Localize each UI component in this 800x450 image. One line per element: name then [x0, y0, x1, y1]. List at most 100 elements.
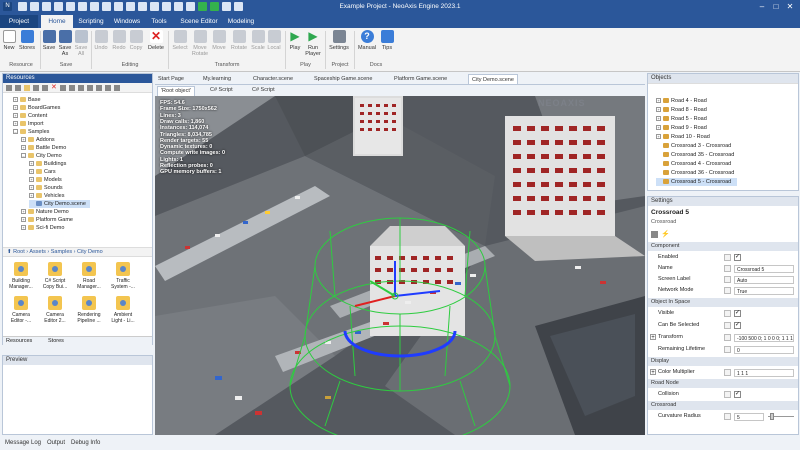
scale-button[interactable]: Scale	[250, 30, 266, 51]
can-be-selected-checkbox[interactable]: ✓	[734, 322, 741, 329]
crossroad-gizmo[interactable]	[155, 96, 645, 435]
tree-item[interactable]: + Addons	[21, 136, 55, 144]
object-item[interactable]: Crossroad 3 - Crossroad	[656, 142, 731, 150]
object-item-selected[interactable]: Crossroad 5 - Crossroad	[656, 178, 738, 186]
expand-icon[interactable]: +	[650, 369, 656, 376]
resource-tile[interactable]: Traffic System -...	[109, 262, 137, 290]
tool-icon[interactable]	[87, 85, 93, 91]
tool-icon[interactable]	[114, 85, 120, 91]
visible-checkbox[interactable]: ✓	[734, 310, 741, 317]
curvature-radius-field[interactable]: 5	[734, 412, 764, 421]
resource-tile[interactable]: Ambient Light - Li...	[109, 296, 137, 324]
remaining-lifetime-field[interactable]: 0	[734, 345, 794, 354]
delete-button[interactable]: ✕ Delete	[146, 30, 166, 52]
tab-character-scene[interactable]: Character.scene	[250, 74, 296, 84]
object-item[interactable]: + Road 8 - Road	[656, 106, 707, 114]
tab-cs-script-2[interactable]: C# Script	[249, 86, 278, 96]
tool-icon[interactable]	[60, 85, 66, 91]
resource-tile[interactable]: Rendering Pipeline ...	[75, 296, 103, 324]
network-mode-dropdown[interactable]: True	[734, 286, 794, 295]
tab-root-object[interactable]: 'Root object'	[157, 86, 195, 96]
run-player-button[interactable]: ▶ Run Player	[304, 30, 322, 58]
tree-item[interactable]: + Base	[13, 96, 41, 104]
undo-button[interactable]: Undo	[93, 30, 109, 51]
section-crossroad[interactable]: Crossroad	[648, 401, 798, 410]
tab-scripting[interactable]: Scripting	[75, 15, 107, 28]
events-icon[interactable]: ⚡	[661, 231, 670, 238]
local-button[interactable]: Local	[266, 30, 282, 51]
folder-icon[interactable]	[24, 85, 30, 91]
tree-item-selected[interactable]: City Demo.scene	[29, 200, 90, 208]
tab-start-page[interactable]: Start Page	[155, 74, 187, 84]
curvature-slider-thumb[interactable]	[770, 413, 774, 420]
object-item[interactable]: Crossroad 4 - Crossroad	[656, 160, 731, 168]
section-component[interactable]: Component	[648, 242, 798, 251]
tab-home[interactable]: Home	[41, 15, 73, 28]
screen-label-dropdown[interactable]: Auto	[734, 275, 794, 284]
tree-item[interactable]: + Import	[13, 120, 44, 128]
section-display[interactable]: Display	[648, 357, 798, 366]
tool-icon[interactable]	[69, 85, 75, 91]
section-road-node[interactable]: Road Node	[648, 379, 798, 388]
object-item[interactable]: + Road 9 - Road	[656, 124, 707, 132]
tab-resources[interactable]: Resources	[6, 338, 32, 344]
object-item[interactable]: Crossroad 35 - Crossroad	[656, 151, 734, 159]
enabled-checkbox[interactable]: ✓	[734, 254, 741, 261]
tree-item[interactable]: + Vehicles	[29, 192, 65, 200]
tree-item[interactable]: + Battle Demo	[21, 144, 66, 152]
tree-item[interactable]: – Samples	[13, 128, 49, 136]
redo-button[interactable]: Redo	[111, 30, 127, 51]
tab-windows[interactable]: Windows	[111, 15, 143, 28]
object-item[interactable]: Crossroad 36 - Crossroad	[656, 169, 734, 177]
new-button[interactable]: New	[2, 30, 16, 51]
section-object-in-space[interactable]: Object In Space	[648, 298, 798, 307]
resource-tile[interactable]: Road Manager...	[75, 262, 103, 290]
name-field[interactable]: Crossroad 5	[734, 264, 794, 273]
object-item[interactable]: + Road 5 - Road	[656, 115, 707, 123]
color-multiplier-field[interactable]: 1 1 1	[734, 368, 794, 377]
tree-item[interactable]: + Models	[29, 176, 62, 184]
tool-icon[interactable]	[33, 85, 39, 91]
tool-icon[interactable]	[105, 85, 111, 91]
expand-icon[interactable]: +	[650, 334, 656, 341]
object-item[interactable]: + Road 10 - Road	[656, 133, 710, 141]
tab-platform-scene[interactable]: Platform Game.scene	[391, 74, 450, 84]
save-button[interactable]: Save	[42, 30, 56, 51]
tree-item[interactable]: + Content	[13, 112, 47, 120]
minimize-button[interactable]: –	[756, 1, 768, 13]
tab-modeling[interactable]: Modeling	[224, 15, 258, 28]
tab-output[interactable]: Output	[47, 436, 65, 450]
tree-item[interactable]: + Sounds	[29, 184, 63, 192]
tab-debug-info[interactable]: Debug Info	[71, 436, 100, 450]
settings-button[interactable]: Settings	[327, 30, 351, 51]
tab-city-demo-scene[interactable]: City Demo.scene	[468, 74, 518, 84]
save-all-button[interactable]: Save All	[74, 30, 88, 57]
copy-button[interactable]: Copy	[128, 30, 144, 51]
tips-button[interactable]: Tips	[379, 30, 395, 51]
tool-icon[interactable]	[42, 85, 48, 91]
maximize-button[interactable]: □	[770, 1, 782, 13]
tab-my-learning[interactable]: My.learning	[200, 74, 234, 84]
tree-item[interactable]: + Buildings	[29, 160, 66, 168]
tab-project[interactable]: Project	[0, 15, 38, 28]
collision-checkbox[interactable]: ✓	[734, 391, 741, 398]
resource-tile[interactable]: C# Script Copy Bui...	[41, 262, 69, 290]
object-item[interactable]: + Road 4 - Road	[656, 97, 707, 105]
save-as-button[interactable]: Save As	[58, 30, 72, 57]
transform-field[interactable]: -100 500 0; 1 0 0 0; 1 1 1	[734, 333, 794, 342]
move-button[interactable]: Move	[210, 30, 228, 51]
resource-tile[interactable]: Camera Editor 2...	[41, 296, 69, 324]
tree-item[interactable]: – City Demo	[21, 152, 62, 160]
resource-tile[interactable]: Camera Editor -...	[7, 296, 35, 324]
tab-cs-script-1[interactable]: C# Script	[207, 86, 236, 96]
resource-tile[interactable]: Building Manager...	[7, 262, 35, 290]
tab-tools[interactable]: Tools	[147, 15, 171, 28]
tab-scene-editor[interactable]: Scene Editor	[176, 15, 222, 28]
tree-item[interactable]: + BoardGames	[13, 104, 60, 112]
delete-icon[interactable]: ✕	[51, 84, 57, 91]
stores-button[interactable]: Stores	[17, 30, 37, 51]
tree-item[interactable]: + Nature Demo	[21, 208, 69, 216]
play-button[interactable]: ▶ Play	[287, 30, 303, 52]
tree-item[interactable]: + Sci-fi Demo	[21, 224, 64, 232]
scene-viewport[interactable]: NEOAXIS FPS: 54.6 Frame Size: 1750x562 L…	[155, 96, 645, 435]
